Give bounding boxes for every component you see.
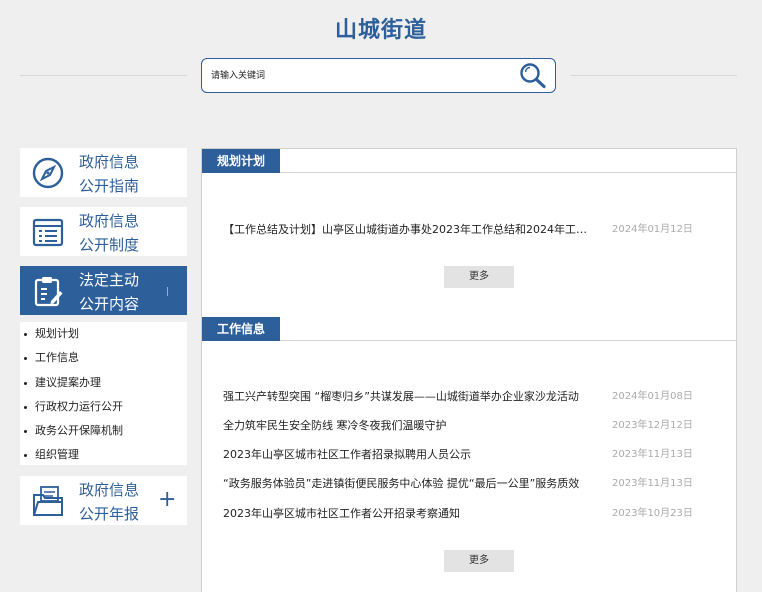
header-divider-right	[570, 75, 737, 76]
sidebar-card-label: 政府信息 公开指南	[79, 153, 140, 195]
section-header-plan: 规划计划	[202, 149, 736, 173]
sidebar-card-label: 法定主动 公开内容	[79, 271, 140, 313]
item-date: 2023年11月13日	[612, 449, 693, 460]
submenu-item-proposals[interactable]: 建议提案办理	[20, 373, 187, 397]
search-box	[201, 58, 556, 93]
search-icon[interactable]	[518, 61, 548, 89]
item-title[interactable]: 2023年山亭区城市社区工作者招录拟聘用人员公示	[223, 445, 593, 465]
submenu-item-guarantee[interactable]: 政务公开保障机制	[20, 421, 187, 445]
item-title[interactable]: 【工作总结及计划】山亭区山城街道办事处2023年工作总结和2024年工作计划	[223, 220, 593, 240]
more-button[interactable]: 更多	[444, 550, 514, 572]
item-date: 2023年11月13日	[612, 478, 693, 489]
item-date: 2023年10月23日	[612, 508, 693, 519]
list-item[interactable]: “政务服务体验员”走进镇街便民服务中心体验 提优“最后一公里”服务质效 2023…	[223, 474, 723, 494]
sidebar-card-mandatory[interactable]: 法定主动 公开内容	[20, 266, 187, 315]
sidebar-card-label: 政府信息 公开制度	[79, 212, 140, 254]
expand-icon[interactable]: +	[158, 489, 176, 511]
sidebar-card-guide[interactable]: 政府信息 公开指南	[20, 148, 187, 197]
sidebar-card-annual-report[interactable]: 政府信息 公开年报 +	[20, 476, 187, 525]
item-title[interactable]: 2023年山亭区城市社区工作者公开招录考察通知	[223, 504, 593, 524]
submenu-item-organization[interactable]: 组织管理	[20, 445, 187, 469]
section-title[interactable]: 工作信息	[202, 317, 280, 341]
clipboard-edit-icon	[34, 277, 63, 307]
compass-icon	[32, 157, 64, 189]
section-title[interactable]: 规划计划	[202, 149, 280, 173]
document-list-icon	[32, 218, 64, 247]
list-item[interactable]: 全力筑牢民生安全防线 寒冷冬夜我们温暖守护 2023年12月12日	[223, 416, 723, 436]
header-divider-left	[20, 75, 187, 76]
submenu-item-work-info[interactable]: 工作信息	[20, 348, 187, 372]
sidebar-card-system[interactable]: 政府信息 公开制度	[20, 207, 187, 256]
list-item[interactable]: 2023年山亭区城市社区工作者招录拟聘用人员公示 2023年11月13日	[223, 445, 723, 465]
submenu-item-admin-power[interactable]: 行政权力运行公开	[20, 397, 187, 421]
site-title: 山城街道	[334, 18, 427, 43]
search-input[interactable]	[211, 66, 511, 86]
folder-report-icon	[33, 486, 63, 516]
submenu-item-plan[interactable]: 规划计划	[20, 324, 187, 348]
content-panel: 规划计划 【工作总结及计划】山亭区山城街道办事处2023年工作总结和2024年工…	[201, 148, 737, 592]
list-item[interactable]: 2023年山亭区城市社区工作者公开招录考察通知 2023年10月23日	[223, 504, 723, 524]
list-item[interactable]: 【工作总结及计划】山亭区山城街道办事处2023年工作总结和2024年工作计划 2…	[223, 220, 723, 240]
item-title[interactable]: 强工兴产转型突围 “榴枣归乡”共谋发展——山城街道举办企业家沙龙活动	[223, 387, 593, 407]
collapse-indicator	[167, 287, 168, 296]
item-title[interactable]: “政务服务体验员”走进镇街便民服务中心体验 提优“最后一公里”服务质效	[223, 474, 593, 494]
item-date: 2024年01月08日	[612, 391, 693, 402]
item-title[interactable]: 全力筑牢民生安全防线 寒冷冬夜我们温暖守护	[223, 416, 593, 436]
section-header-work-info: 工作信息	[202, 317, 736, 341]
item-date: 2024年01月12日	[612, 224, 693, 235]
sidebar-submenu: 规划计划 工作信息 建议提案办理 行政权力运行公开 政务公开保障机制 组织管理	[20, 322, 187, 465]
more-button[interactable]: 更多	[444, 266, 514, 288]
list-item[interactable]: 强工兴产转型突围 “榴枣归乡”共谋发展——山城街道举办企业家沙龙活动 2024年…	[223, 387, 723, 407]
sidebar-card-label: 政府信息 公开年报	[79, 481, 140, 523]
item-date: 2023年12月12日	[612, 420, 693, 431]
